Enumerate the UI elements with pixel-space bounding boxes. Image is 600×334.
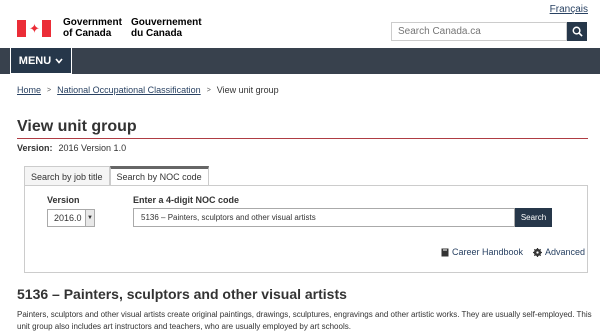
site-search-button[interactable] bbox=[567, 22, 587, 41]
noc-code-input[interactable]: 5136 – Painters, sculptors and other vis… bbox=[133, 208, 515, 227]
version-info: Version: 2016 Version 1.0 bbox=[17, 143, 126, 153]
chevron-down-icon bbox=[55, 57, 63, 64]
search-tabs: Search by job title Search by NOC code bbox=[24, 166, 209, 186]
government-logo[interactable]: ✦ Government of Canada Gouvernement du C… bbox=[17, 17, 202, 39]
gear-icon bbox=[533, 247, 542, 257]
breadcrumb-separator: > bbox=[206, 86, 211, 94]
unit-group-heading: 5136 – Painters, sculptors and other vis… bbox=[17, 286, 347, 302]
advanced-search-link[interactable]: Advanced bbox=[533, 247, 585, 257]
version-label: Version: bbox=[17, 143, 53, 153]
canada-flag-icon: ✦ bbox=[17, 19, 51, 37]
title-underline bbox=[17, 138, 588, 139]
career-handbook-label: Career Handbook bbox=[452, 247, 524, 257]
career-handbook-link[interactable]: Career Handbook bbox=[441, 247, 523, 257]
select-arrow-icon: ▼ bbox=[85, 210, 94, 226]
version-select-value: 2016.0 bbox=[54, 213, 82, 223]
menu-button-label: MENU bbox=[18, 54, 52, 67]
tab-search-by-noc-code[interactable]: Search by NOC code bbox=[109, 166, 209, 186]
book-icon bbox=[441, 248, 449, 256]
version-value: 2016 Version 1.0 bbox=[58, 143, 127, 153]
breadcrumb-current: View unit group bbox=[216, 85, 279, 95]
tab-search-by-job-title[interactable]: Search by job title bbox=[24, 166, 110, 186]
breadcrumb-separator: > bbox=[47, 86, 52, 94]
version-select[interactable]: 2016.0 ▼ bbox=[47, 209, 95, 227]
menu-bar bbox=[0, 48, 600, 74]
page-title: View unit group bbox=[17, 118, 137, 135]
search-panel bbox=[24, 185, 588, 273]
unit-group-description: Painters, sculptors and other visual art… bbox=[17, 310, 592, 331]
signature-english: Government of Canada bbox=[63, 17, 122, 39]
site-search-input[interactable] bbox=[391, 22, 567, 41]
advanced-label: Advanced bbox=[545, 247, 586, 257]
breadcrumb-home-link[interactable]: Home bbox=[17, 85, 41, 95]
search-icon bbox=[572, 26, 583, 37]
breadcrumb: Home > National Occupational Classificat… bbox=[17, 85, 279, 95]
breadcrumb-noc-link[interactable]: National Occupational Classification bbox=[57, 85, 201, 95]
noc-code-label: Enter a 4-digit NOC code bbox=[133, 195, 240, 205]
language-toggle-link[interactable]: Français bbox=[550, 4, 588, 15]
signature-french: Gouvernement du Canada bbox=[131, 17, 202, 39]
menu-button[interactable]: MENU bbox=[10, 48, 72, 74]
version-select-label: Version bbox=[47, 195, 80, 205]
noc-search-button[interactable]: Search bbox=[515, 208, 552, 227]
